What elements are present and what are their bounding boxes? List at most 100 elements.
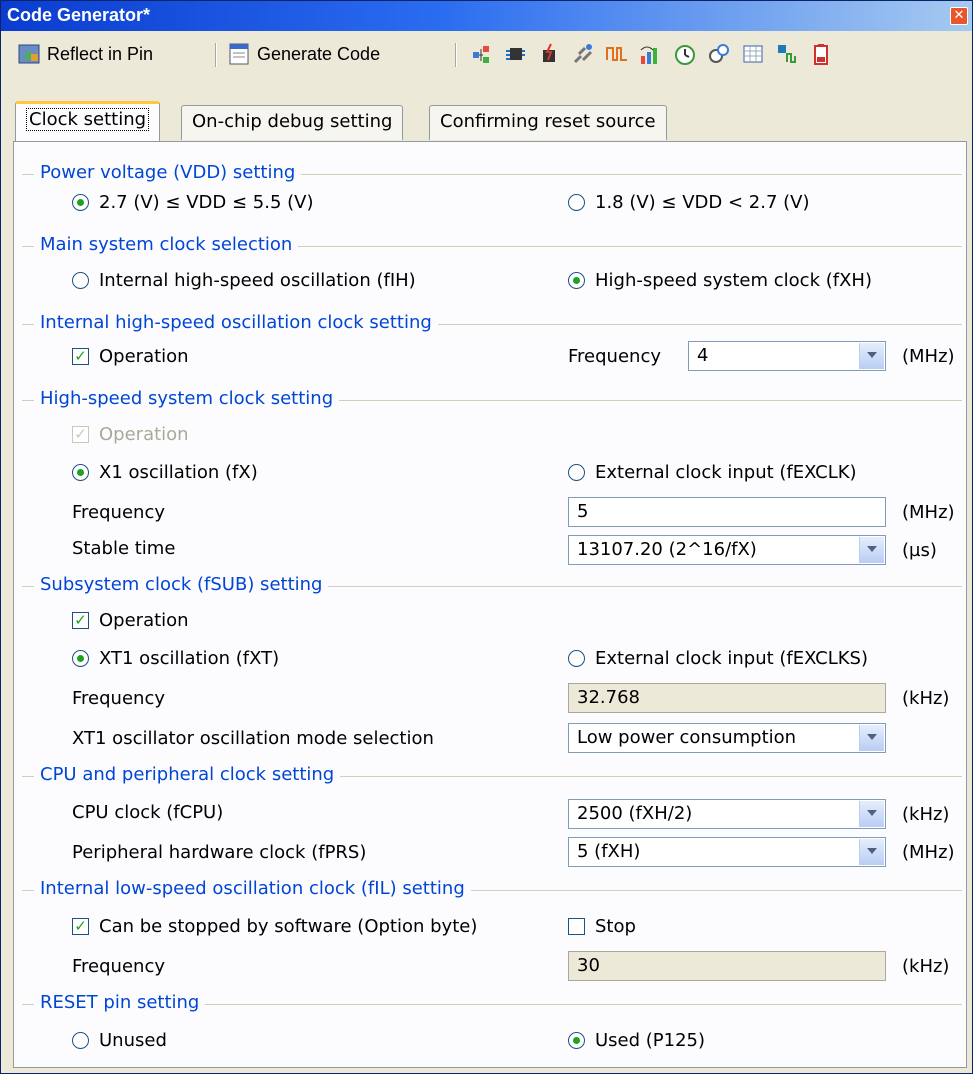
radio-button[interactable] [72, 194, 89, 211]
cpu-clock-label: CPU clock (fCPU) [72, 802, 224, 823]
radio-button[interactable] [72, 650, 89, 667]
radio-button[interactable] [568, 650, 585, 667]
prs-clock-select[interactable]: 5 (fXH) [568, 837, 886, 867]
internal-high-freq-select[interactable]: 4 [688, 341, 886, 371]
radio-button[interactable] [568, 1032, 585, 1049]
stable-time-label: Stable time [72, 538, 176, 559]
cpu-clock-select[interactable]: 2500 (fXH/2) [568, 799, 886, 829]
watchdog-button[interactable] [707, 39, 731, 69]
group-label-cpu: CPU and peripheral clock setting [34, 764, 341, 785]
serial-button[interactable] [571, 39, 595, 69]
checkbox[interactable] [568, 918, 585, 935]
reflect-pin-icon [17, 42, 41, 66]
power-option-1[interactable]: 2.7 (V) ≤ VDD ≤ 5.5 (V) [72, 192, 314, 213]
subsystem-freq-label: Frequency [72, 688, 165, 709]
power-option-2[interactable]: 1.8 (V) ≤ VDD < 2.7 (V) [568, 192, 810, 213]
chevron-down-icon[interactable] [859, 801, 884, 827]
timer-button[interactable] [673, 39, 697, 69]
pwm-button[interactable] [605, 39, 629, 69]
xt1-mode-label: XT1 oscillator oscillation mode selectio… [72, 728, 434, 749]
unit-label: (MHz) [902, 842, 955, 863]
tab-clock-setting[interactable]: Clock setting [15, 101, 161, 142]
subsystem-option-1[interactable]: XT1 oscillation (fXT) [72, 648, 279, 669]
high-speed-freq-label: Frequency [72, 502, 165, 523]
chevron-down-icon[interactable] [859, 343, 884, 369]
radio-button[interactable] [568, 272, 585, 289]
group-label-main: Main system clock selection [34, 234, 299, 255]
internal-high-freq-label: Frequency [568, 346, 661, 367]
subsystem-operation-checkbox[interactable]: ✓ Operation [72, 610, 189, 631]
battery-button[interactable] [809, 39, 833, 69]
stop-by-software-checkbox[interactable]: ✓ Can be stopped by software (Option byt… [72, 916, 477, 937]
pwm-icon [605, 42, 629, 66]
chip-button[interactable] [503, 39, 527, 69]
code-generator-window: Code Generator* ✕ Reflect in Pin Generat… [0, 0, 973, 1074]
pin-map-button[interactable] [469, 39, 493, 69]
unit-label: (MHz) [902, 346, 955, 367]
checkbox[interactable]: ✓ [72, 426, 89, 443]
generate-code-icon [227, 42, 251, 66]
interrupt-button[interactable] [537, 39, 561, 69]
main-option-2[interactable]: High-speed system clock (fXH) [568, 270, 872, 291]
radio-button[interactable] [72, 464, 89, 481]
subsystem-option-2[interactable]: External clock input (fEXCLKS) [568, 648, 868, 669]
group-label-subsystem: Subsystem clock (fSUB) setting [34, 574, 329, 595]
signal-icon [775, 42, 799, 66]
high-speed-option-2[interactable]: External clock input (fEXCLK) [568, 462, 857, 483]
chevron-down-icon[interactable] [859, 537, 884, 563]
high-speed-option-1[interactable]: X1 oscillation (fX) [72, 462, 258, 483]
reset-option-used[interactable]: Used (P125) [568, 1030, 705, 1051]
group-label-internal-low: Internal low-speed oscillation clock (fI… [34, 878, 471, 899]
toolbar: Reflect in Pin Generate Code [9, 35, 967, 73]
table-button[interactable] [741, 39, 765, 69]
interrupt-icon [537, 42, 561, 66]
radio-button[interactable] [568, 194, 585, 211]
unit-label: (kHz) [902, 956, 950, 977]
internal-high-operation-checkbox[interactable]: ✓ Operation [72, 346, 189, 367]
title-bar: Code Generator* ✕ [1, 1, 972, 31]
radio-button[interactable] [72, 1032, 89, 1049]
adc-icon [639, 42, 663, 66]
adc-button[interactable] [639, 39, 663, 69]
checkbox[interactable]: ✓ [72, 348, 89, 365]
checkbox[interactable]: ✓ [72, 612, 89, 629]
checkbox[interactable]: ✓ [72, 918, 89, 935]
close-button[interactable]: ✕ [950, 7, 968, 25]
tab-on-chip-debug[interactable]: On-chip debug setting [181, 105, 404, 140]
xt1-mode-select[interactable]: Low power consumption [568, 723, 886, 753]
toolbar-separator [215, 43, 217, 67]
serial-icon [571, 42, 595, 66]
stable-time-select[interactable]: 13107.20 (2^16/fX) [568, 535, 886, 565]
radio-button[interactable] [568, 464, 585, 481]
group-label-reset: RESET pin setting [34, 992, 206, 1013]
reflect-in-pin-label: Reflect in Pin [47, 43, 154, 64]
window-title: Code Generator* [7, 5, 151, 25]
group-label-power: Power voltage (VDD) setting [34, 162, 302, 183]
tab-confirming-reset[interactable]: Confirming reset source [429, 105, 667, 140]
generate-code-button[interactable]: Generate Code [227, 39, 380, 69]
unit-label: (µs) [902, 540, 937, 561]
high-speed-freq-input[interactable]: 5 [568, 497, 886, 527]
stop-checkbox[interactable]: Stop [568, 916, 636, 937]
subsystem-freq-field: 32.768 [568, 683, 886, 713]
battery-icon [809, 42, 833, 66]
unit-label: (kHz) [902, 688, 950, 709]
close-icon: ✕ [953, 8, 965, 23]
chevron-down-icon[interactable] [859, 839, 884, 865]
main-option-1[interactable]: Internal high-speed oscillation (fIH) [72, 270, 416, 291]
clock-setting-panel: Power voltage (VDD) setting 2.7 (V) ≤ VD… [13, 141, 967, 1068]
radio-button[interactable] [72, 272, 89, 289]
table-icon [741, 42, 765, 66]
group-label-high-speed: High-speed system clock setting [34, 388, 340, 409]
reflect-in-pin-button[interactable]: Reflect in Pin [17, 39, 153, 69]
high-speed-operation-checkbox[interactable]: ✓ Operation [72, 424, 189, 445]
reset-option-unused[interactable]: Unused [72, 1030, 167, 1051]
unit-label: (kHz) [902, 804, 950, 825]
pin-map-icon [469, 42, 493, 66]
signal-button[interactable] [775, 39, 799, 69]
toolbar-separator [455, 43, 457, 67]
group-label-internal-high: Internal high-speed oscillation clock se… [34, 312, 438, 333]
chevron-down-icon[interactable] [859, 725, 884, 751]
prs-clock-label: Peripheral hardware clock (fPRS) [72, 842, 367, 863]
generate-code-label: Generate Code [257, 43, 381, 64]
